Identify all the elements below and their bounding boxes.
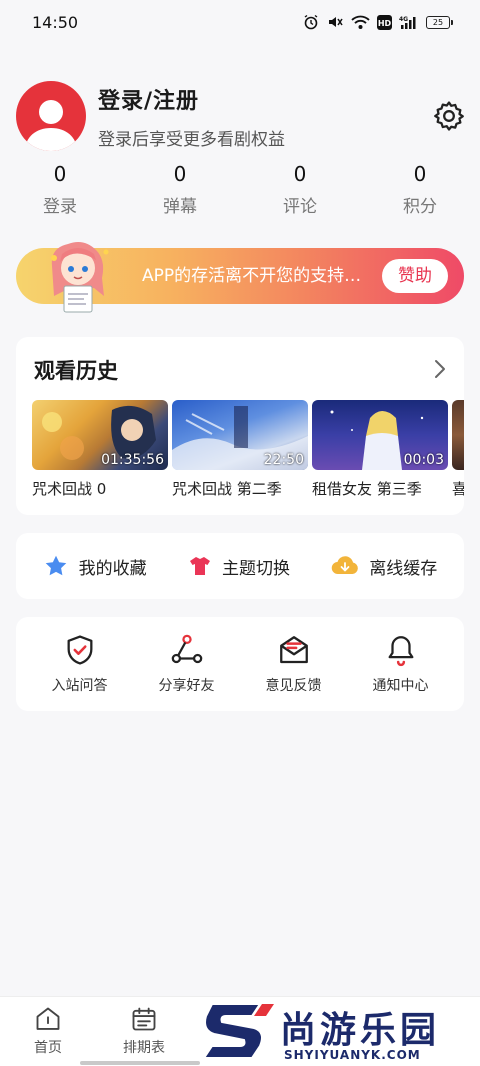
history-item[interactable]: 22:50 咒术回战 第二季 — [172, 400, 308, 499]
status-icons: HD 4G 25 — [303, 14, 453, 30]
sponsor-text: APP的存活离不开您的支持… — [142, 266, 362, 286]
tab-schedule[interactable]: 排期表 — [109, 1005, 179, 1057]
history-item[interactable]: 01:35:56 咒术回战 0 — [32, 400, 168, 499]
wifi-icon — [351, 15, 370, 29]
notification-center-label: 通知中心 — [372, 678, 429, 694]
share-friends-label: 分享好友 — [158, 678, 215, 694]
offline-cache-label: 离线缓存 — [369, 558, 438, 579]
history-item[interactable]: 喜 — [452, 400, 464, 499]
tools-card: 入站问答 分享好友 意见反馈 通知中心 — [16, 617, 464, 711]
svg-text:HD: HD — [378, 19, 392, 28]
hd-icon: HD — [377, 14, 392, 30]
battery-level: 25 — [432, 17, 444, 27]
settings-button[interactable] — [432, 99, 466, 133]
watch-history-card: 观看历史 01:35:56 咒术回战 0 22:50 咒术回战 第二季 00:0… — [16, 337, 464, 515]
home-icon — [36, 1007, 60, 1030]
history-progress-time: 22:50 — [263, 452, 304, 468]
history-progress-time: 01:35:56 — [101, 452, 164, 468]
history-title-text: 咒术回战 0 — [32, 480, 107, 498]
stat-value: 0 — [293, 162, 307, 186]
entry-quiz-label: 入站问答 — [51, 678, 108, 694]
chevron-right-icon[interactable] — [434, 359, 446, 383]
calendar-icon — [132, 1007, 156, 1031]
login-benefit-text: 登录后享受更多看剧权益 — [98, 129, 285, 150]
star-icon — [45, 555, 66, 576]
mute-icon — [329, 17, 343, 27]
shirt-icon — [189, 557, 210, 575]
history-thumbnail: 01:35:56 — [32, 400, 168, 470]
history-thumbnail: 22:50 — [172, 400, 308, 470]
user-silhouette-icon — [25, 100, 77, 151]
stat-value: 0 — [173, 162, 187, 186]
feedback-label: 意见反馈 — [265, 678, 322, 694]
svg-text:4G: 4G — [399, 16, 408, 23]
alarm-icon — [304, 14, 318, 30]
feedback-button[interactable]: 意见反馈 — [244, 617, 344, 711]
history-item[interactable]: 00:03 租借女友 第三季 — [312, 400, 448, 499]
bell-icon — [388, 636, 413, 667]
tab-schedule-label: 排期表 — [123, 1040, 165, 1056]
stat-label: 评论 — [283, 197, 317, 217]
share-friends-button[interactable]: 分享好友 — [137, 617, 237, 711]
history-title-text: 租借女友 第三季 — [312, 480, 422, 498]
entry-quiz-button[interactable]: 入站问答 — [30, 617, 130, 711]
status-bar: 14:50 HD 4G 25 — [0, 0, 480, 44]
user-stats: 0 登录 0 弹幕 0 评论 0 积分 — [0, 162, 480, 217]
login-register-link[interactable]: 登录/注册 — [98, 83, 432, 115]
sponsor-banner[interactable]: APP的存活离不开您的支持… 赞助 — [16, 242, 464, 313]
avatar[interactable] — [16, 81, 86, 151]
favorites-label: 我的收藏 — [78, 558, 147, 579]
history-thumbnail — [452, 400, 464, 470]
stat-value: 0 — [53, 162, 67, 186]
stat-login[interactable]: 0 登录 — [0, 162, 120, 217]
watch-history-title: 观看历史 — [34, 359, 118, 383]
notification-center-button[interactable]: 通知中心 — [351, 617, 451, 711]
stat-comments[interactable]: 0 评论 — [240, 162, 360, 217]
shield-check-icon — [67, 635, 92, 665]
stat-value: 0 — [413, 162, 427, 186]
theme-switch-label: 主题切换 — [221, 558, 290, 579]
history-title-text: 咒术回战 第二季 — [172, 480, 282, 498]
mascot-illustration — [51, 242, 109, 313]
share-icon — [171, 634, 202, 664]
quick-actions-card: 我的收藏 主题切换 离线缓存 — [16, 533, 464, 599]
tab-home[interactable]: 首页 — [13, 1005, 83, 1057]
gear-icon — [434, 101, 464, 131]
status-time: 14:50 — [32, 12, 79, 32]
battery-icon: 25 — [426, 15, 453, 29]
history-thumbnail: 00:03 — [312, 400, 448, 470]
stat-label: 登录 — [43, 197, 77, 217]
tab-home-label: 首页 — [34, 1040, 62, 1056]
donate-button[interactable]: 赞助 — [382, 259, 448, 293]
watermark-text: 尚游乐园 — [279, 1009, 441, 1052]
favorites-button[interactable]: 我的收藏 — [43, 553, 147, 579]
watermark-s-icon — [202, 1003, 274, 1059]
stat-points[interactable]: 0 积分 — [360, 162, 480, 217]
profile-text: 登录/注册 登录后享受更多看剧权益 — [98, 83, 432, 150]
watch-history-list: 01:35:56 咒术回战 0 22:50 咒术回战 第二季 00:03 租借女… — [32, 400, 464, 499]
stat-danmaku[interactable]: 0 弹幕 — [120, 162, 240, 217]
watermark-logo: 尚游乐园 SHYIYUANYK.COM — [200, 998, 480, 1066]
offline-cache-button[interactable]: 离线缓存 — [331, 554, 437, 579]
cloud-download-icon — [332, 556, 359, 575]
feedback-mail-icon — [279, 636, 308, 664]
watermark-url: SHYIYUANYK.COM — [284, 1048, 421, 1062]
history-title-text: 喜 — [452, 480, 464, 498]
stat-label: 积分 — [403, 197, 437, 217]
theme-switch-button[interactable]: 主题切换 — [188, 554, 290, 579]
history-progress-time: 00:03 — [403, 452, 444, 468]
signal-icon: 4G — [399, 16, 416, 29]
home-indicator — [80, 1061, 200, 1065]
profile-header[interactable]: 登录/注册 登录后享受更多看剧权益 — [16, 80, 466, 152]
stat-label: 弹幕 — [163, 197, 197, 217]
